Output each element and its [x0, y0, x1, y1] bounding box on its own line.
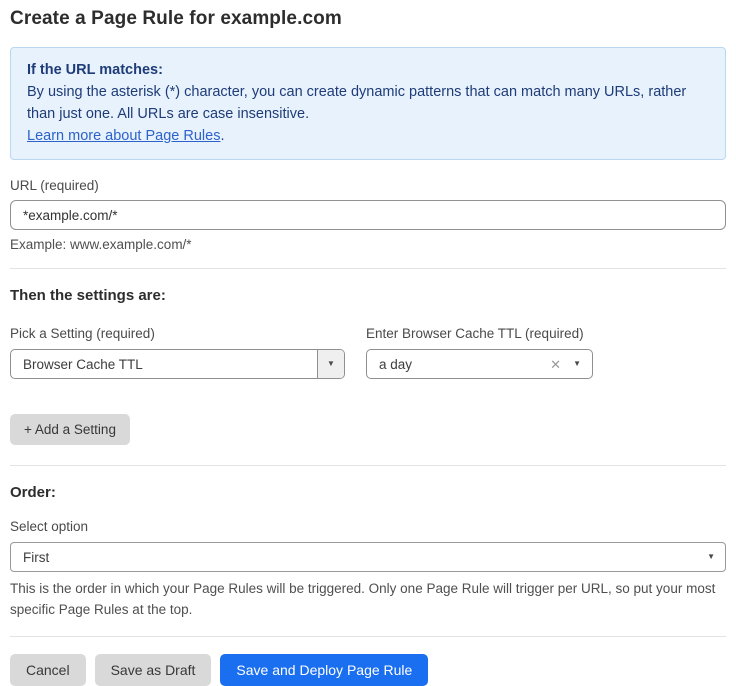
order-select[interactable]: First ▼ [10, 542, 726, 572]
setting-picker-column: Pick a Setting (required) Browser Cache … [10, 326, 345, 379]
actions-divider [10, 636, 726, 637]
info-box-body: By using the asterisk (*) character, you… [27, 81, 709, 125]
info-box-heading: If the URL matches: [27, 59, 709, 81]
save-and-deploy-button[interactable]: Save and Deploy Page Rule [220, 654, 428, 686]
section-divider-2 [10, 465, 726, 466]
page-title: Create a Page Rule for example.com [10, 8, 726, 30]
ttl-picker-column: Enter Browser Cache TTL (required) a day… [366, 326, 593, 379]
chevron-down-icon: ▼ [327, 360, 335, 368]
setting-picker-label: Pick a Setting (required) [10, 326, 345, 341]
order-helper-text: This is the order in which your Page Rul… [10, 578, 726, 620]
url-field-label: URL (required) [10, 178, 726, 193]
ttl-picker-dropdown[interactable]: a day ✕ ▼ [366, 349, 593, 379]
ttl-picker-controls: ✕ ▼ [550, 358, 592, 371]
page-rule-form: Create a Page Rule for example.com If th… [0, 0, 736, 686]
cancel-button[interactable]: Cancel [10, 654, 86, 686]
setting-picker-dropdown[interactable]: Browser Cache TTL ▼ [10, 349, 345, 379]
add-setting-button[interactable]: + Add a Setting [10, 414, 130, 445]
order-section-heading: Order: [10, 484, 726, 501]
chevron-down-icon: ▼ [707, 553, 715, 561]
setting-picker-arrow-segment[interactable]: ▼ [317, 350, 344, 378]
learn-more-link[interactable]: Learn more about Page Rules [27, 128, 220, 144]
settings-section-heading: Then the settings are: [10, 287, 726, 304]
url-matches-info-box: If the URL matches: By using the asteris… [10, 47, 726, 160]
url-input[interactable] [10, 200, 726, 230]
url-example-helper: Example: www.example.com/* [10, 237, 726, 252]
ttl-picker-label: Enter Browser Cache TTL (required) [366, 326, 593, 341]
settings-row: Pick a Setting (required) Browser Cache … [10, 326, 726, 379]
chevron-down-icon: ▼ [573, 360, 581, 368]
info-box-link-line: Learn more about Page Rules. [27, 125, 709, 147]
ttl-picker-value: a day [367, 357, 550, 372]
section-divider-1 [10, 268, 726, 269]
order-select-label: Select option [10, 519, 726, 534]
actions-row: Cancel Save as Draft Save and Deploy Pag… [10, 654, 726, 686]
clear-icon[interactable]: ✕ [550, 358, 561, 371]
setting-picker-value: Browser Cache TTL [11, 357, 317, 372]
link-suffix: . [220, 128, 224, 144]
save-as-draft-button[interactable]: Save as Draft [95, 654, 212, 686]
order-select-value: First [23, 550, 49, 565]
